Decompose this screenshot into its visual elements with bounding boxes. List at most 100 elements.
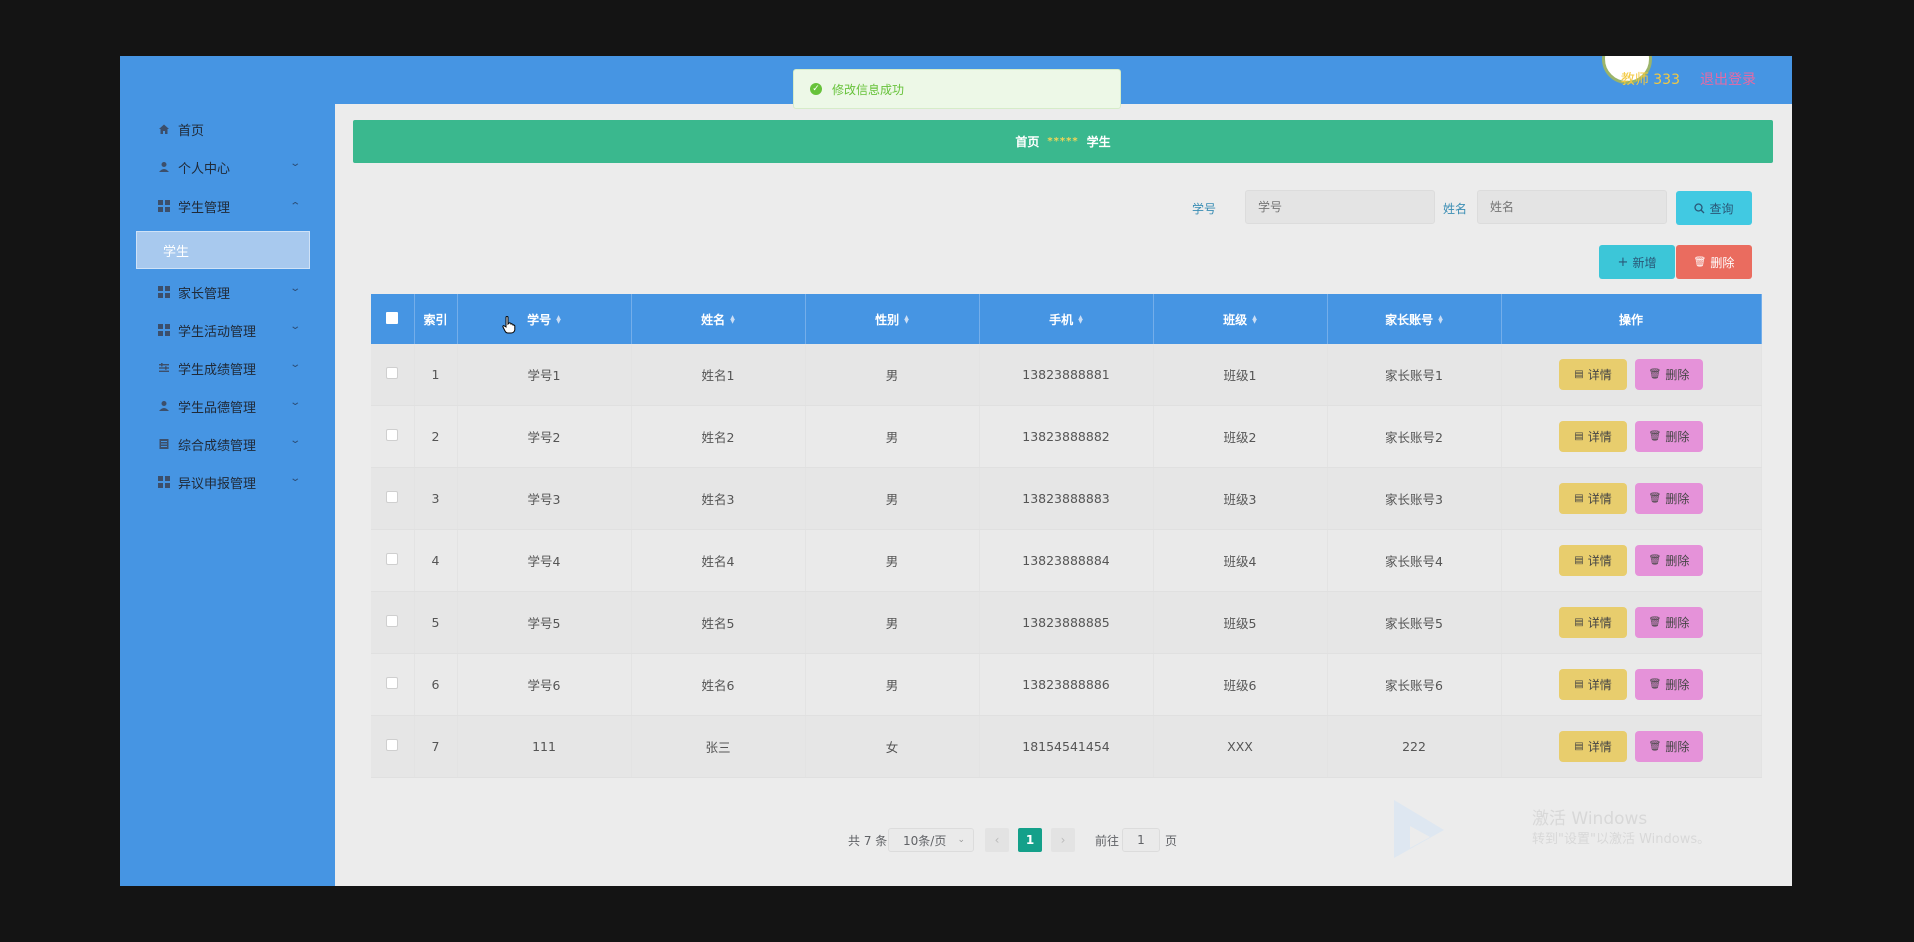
row-delete-button-label: 删除 xyxy=(1665,492,1690,506)
pagination-total: 共 7 条 xyxy=(848,833,888,848)
document-icon: ▤ xyxy=(1574,369,1584,380)
batch-delete-button[interactable]: 🗑 删除 xyxy=(1676,245,1752,279)
logout-link[interactable]: 退出登录 xyxy=(1700,69,1756,89)
cell-parent-account: 家长账号2 xyxy=(1327,405,1502,468)
sort-icon[interactable]: ▲ ▼ xyxy=(1252,315,1257,325)
trash-icon: 🗑 xyxy=(1648,431,1662,442)
sidebar-item-home[interactable]: 首页 xyxy=(120,110,335,148)
detail-button[interactable]: ▤ 详情 xyxy=(1559,731,1627,762)
column-header-student-id[interactable]: 学号 ▲ ▼ xyxy=(457,294,632,344)
detail-button[interactable]: ▤ 详情 xyxy=(1559,483,1627,514)
column-header-label: 班级 xyxy=(1223,312,1248,327)
row-delete-button[interactable]: 🗑 删除 xyxy=(1635,607,1703,638)
column-header-gender[interactable]: 性别 ▲ ▼ xyxy=(805,294,980,344)
windows-watermark-logo xyxy=(1394,800,1444,858)
next-page-button[interactable]: › xyxy=(1051,828,1075,852)
row-delete-button[interactable]: 🗑 删除 xyxy=(1635,669,1703,700)
sidebar-subitem-student[interactable]: 学生 xyxy=(136,231,310,269)
table-row[interactable]: 5 学号5 姓名5 男 13823888885 班级5 家长账号5 ▤ 详情 🗑 删除 xyxy=(371,591,1762,654)
cell-parent-account: 222 xyxy=(1327,715,1502,778)
chevron-down-icon: ⌄ xyxy=(288,435,301,446)
trash-icon: 🗑 xyxy=(1648,493,1662,504)
row-checkbox[interactable] xyxy=(386,491,399,503)
row-checkbox[interactable] xyxy=(386,553,399,565)
cell-gender: 男 xyxy=(805,529,980,592)
row-delete-button[interactable]: 🗑 删除 xyxy=(1635,483,1703,514)
column-header-name[interactable]: 姓名 ▲ ▼ xyxy=(631,294,806,344)
cell-gender: 男 xyxy=(805,591,980,654)
page-size-select[interactable]: 10条/页 ⌄ xyxy=(888,828,974,852)
sort-icon[interactable]: ▲ ▼ xyxy=(556,315,561,325)
sort-icon[interactable]: ▲ ▼ xyxy=(904,315,909,325)
detail-button[interactable]: ▤ 详情 xyxy=(1559,607,1627,638)
sort-icon[interactable]: ▲ ▼ xyxy=(1438,315,1443,325)
trash-icon: 🗑 xyxy=(1648,617,1662,628)
page-number-current[interactable]: 1 xyxy=(1018,828,1042,852)
row-checkbox-cell xyxy=(371,405,415,468)
table-row[interactable]: 6 学号6 姓名6 男 13823888886 班级6 家长账号6 ▤ 详情 🗑 删除 xyxy=(371,653,1762,716)
query-button[interactable]: 查询 xyxy=(1676,191,1752,225)
sidebar-item-parent-management[interactable]: 家长管理 ⌄ xyxy=(120,273,335,311)
row-delete-button[interactable]: 🗑 删除 xyxy=(1635,359,1703,390)
page-size-value: 10条/页 xyxy=(903,833,947,848)
detail-button[interactable]: ▤ 详情 xyxy=(1559,669,1627,700)
select-all-cell[interactable] xyxy=(371,294,415,344)
row-delete-button[interactable]: 🗑 删除 xyxy=(1635,731,1703,762)
cell-actions: ▤ 详情 🗑 删除 xyxy=(1501,529,1762,592)
sort-icon[interactable]: ▲ ▼ xyxy=(730,315,735,325)
table-row[interactable]: 3 学号3 姓名3 男 13823888883 班级3 家长账号3 ▤ 详情 🗑 删除 xyxy=(371,467,1762,530)
sidebar-item-objection-management[interactable]: 异议申报管理 ⌄ xyxy=(120,463,335,501)
row-delete-button[interactable]: 🗑 删除 xyxy=(1635,421,1703,452)
user-icon xyxy=(158,400,170,412)
cell-name: 张三 xyxy=(631,715,806,778)
goto-page-input[interactable]: 1 xyxy=(1122,828,1160,852)
student-id-input[interactable] xyxy=(1245,190,1435,224)
cell-name: 姓名5 xyxy=(631,591,806,654)
activation-watermark-text: 转到"设置"以激活 Windows。 xyxy=(1532,832,1711,847)
add-button[interactable]: + 新增 xyxy=(1599,245,1675,279)
row-delete-button[interactable]: 🗑 删除 xyxy=(1635,545,1703,576)
cell-name: 姓名6 xyxy=(631,653,806,716)
column-header-phone[interactable]: 手机 ▲ ▼ xyxy=(979,294,1154,344)
select-all-checkbox[interactable] xyxy=(386,311,399,324)
detail-button-label: 详情 xyxy=(1587,430,1612,444)
cell-gender: 女 xyxy=(805,715,980,778)
name-input[interactable] xyxy=(1477,190,1667,224)
chevron-down-icon: ⌄ xyxy=(288,397,301,408)
row-delete-button-label: 删除 xyxy=(1665,616,1690,630)
current-user: 教师 333 xyxy=(1620,72,1680,88)
table-row[interactable]: 1 学号1 姓名1 男 13823888881 班级1 家长账号1 ▤ 详情 🗑 删除 xyxy=(371,344,1762,406)
row-delete-button-label: 删除 xyxy=(1665,740,1690,754)
row-checkbox[interactable] xyxy=(386,677,399,689)
cell-actions: ▤ 详情 🗑 删除 xyxy=(1501,344,1762,406)
column-header-parent-account[interactable]: 家长账号 ▲ ▼ xyxy=(1327,294,1502,344)
toast-message: 修改信息成功 xyxy=(832,82,905,97)
table-row[interactable]: 4 学号4 姓名4 男 13823888884 班级4 家长账号4 ▤ 详情 🗑 删除 xyxy=(371,529,1762,592)
row-checkbox[interactable] xyxy=(386,739,399,751)
table-row[interactable]: 7 111 张三女 18154541454 XXX 222 ▤ 详情 🗑 删除 xyxy=(371,715,1762,778)
sidebar-item-student-management[interactable]: 学生管理 ⌄ xyxy=(120,187,335,225)
detail-button[interactable]: ▤ 详情 xyxy=(1559,359,1627,390)
sidebar-item-score-management[interactable]: 学生成绩管理 ⌄ xyxy=(120,349,335,387)
row-checkbox-cell xyxy=(371,591,415,654)
cell-index: 5 xyxy=(414,591,458,654)
cell-gender: 男 xyxy=(805,344,980,406)
row-delete-button-label: 删除 xyxy=(1665,368,1690,382)
activation-watermark-title: 激活 Windows xyxy=(1532,809,1648,829)
sidebar-item-moral-management[interactable]: 学生品德管理 ⌄ xyxy=(120,387,335,425)
chevron-down-icon: ⌄ xyxy=(288,321,301,332)
breadcrumb-home[interactable]: 首页 xyxy=(1015,133,1039,150)
row-checkbox[interactable] xyxy=(386,615,399,627)
sidebar-item-activity-management[interactable]: 学生活动管理 ⌄ xyxy=(120,311,335,349)
sidebar-item-comprehensive-score[interactable]: 综合成绩管理 ⌄ xyxy=(120,425,335,463)
cell-actions: ▤ 详情 🗑 删除 xyxy=(1501,467,1762,530)
table-row[interactable]: 2 学号2 姓名2 男 13823888882 班级2 家长账号2 ▤ 详情 🗑 删除 xyxy=(371,405,1762,468)
column-header-class[interactable]: 班级 ▲ ▼ xyxy=(1153,294,1328,344)
detail-button[interactable]: ▤ 详情 xyxy=(1559,545,1627,576)
sidebar-item-personal-center[interactable]: 个人中心 ⌄ xyxy=(120,148,335,186)
prev-page-button[interactable]: ‹ xyxy=(985,828,1009,852)
row-checkbox[interactable] xyxy=(386,367,399,379)
detail-button[interactable]: ▤ 详情 xyxy=(1559,421,1627,452)
row-checkbox[interactable] xyxy=(386,429,399,441)
sort-icon[interactable]: ▲ ▼ xyxy=(1078,315,1083,325)
